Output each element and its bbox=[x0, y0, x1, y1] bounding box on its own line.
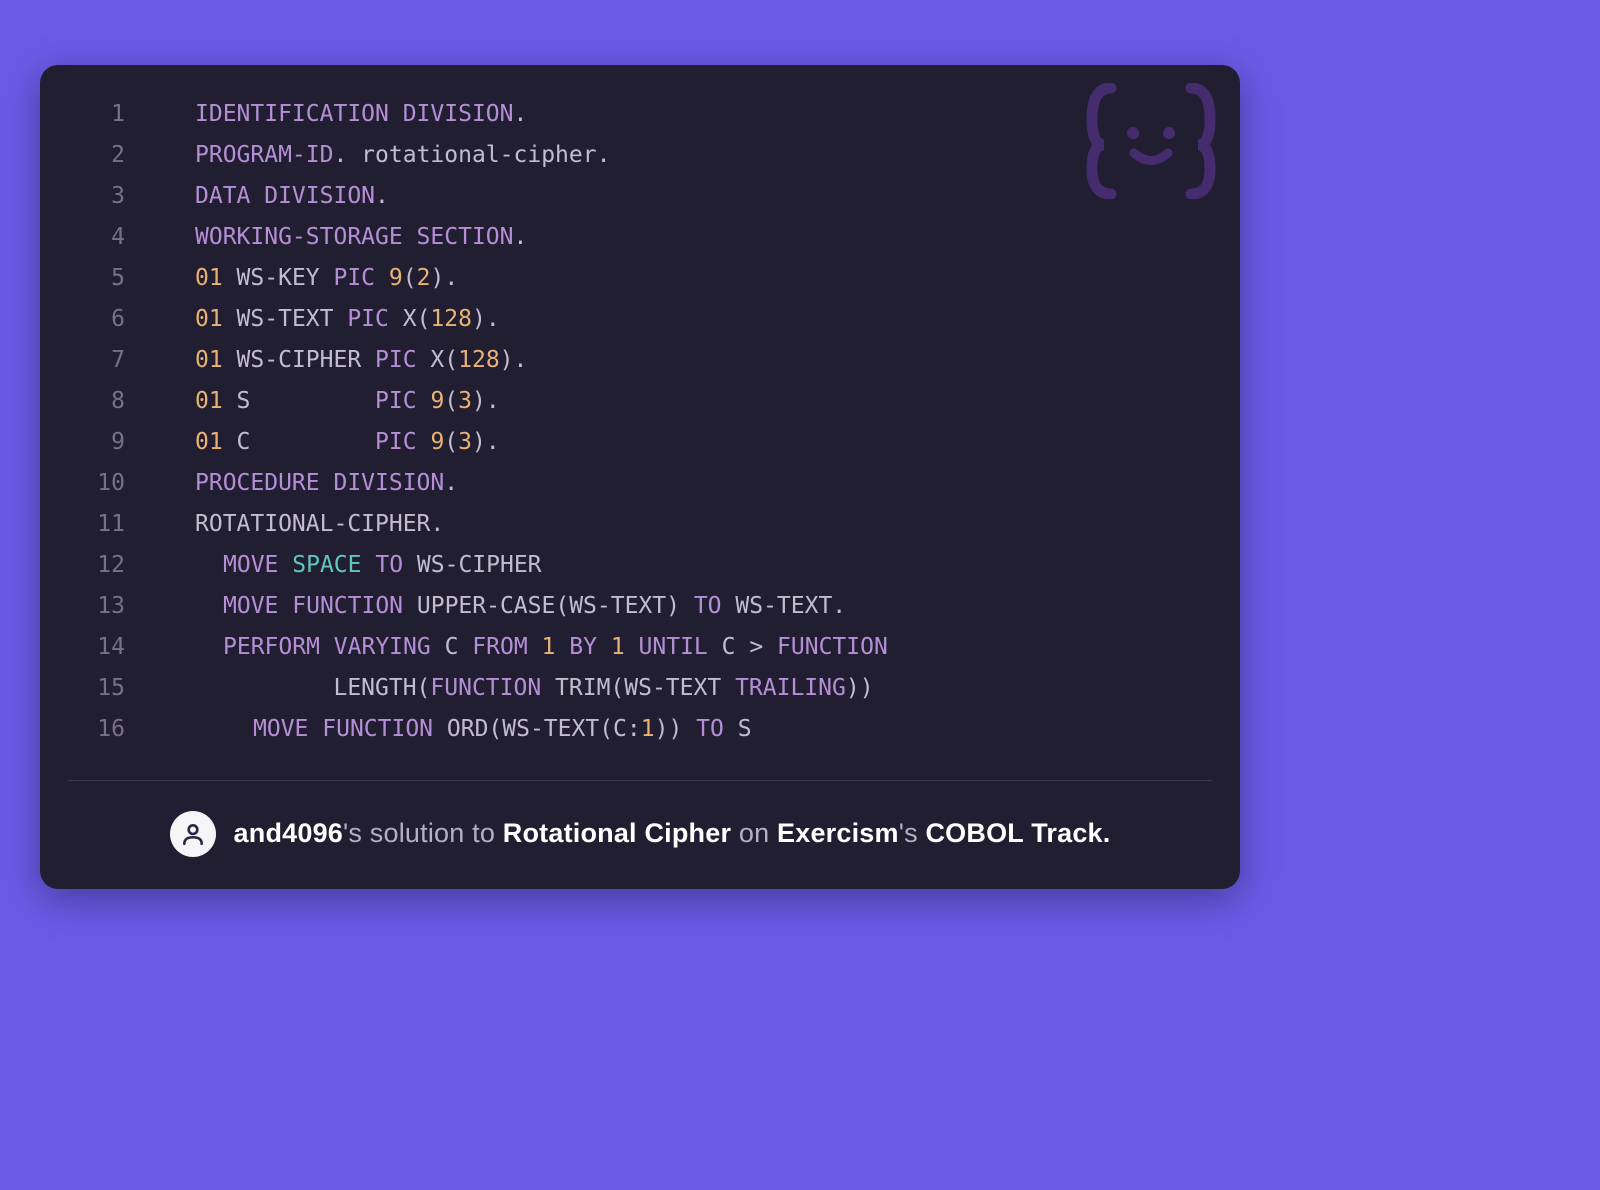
code-line: 4WORKING-STORAGE SECTION. bbox=[60, 217, 1220, 258]
divider bbox=[68, 780, 1212, 781]
line-number: 12 bbox=[60, 545, 125, 586]
line-number: 4 bbox=[60, 217, 125, 258]
code-line: 801 S PIC 9(3). bbox=[60, 381, 1220, 422]
line-number: 2 bbox=[60, 135, 125, 176]
footer-user: and4096 bbox=[234, 818, 343, 848]
code-line: 2PROGRAM-ID. rotational-cipher. bbox=[60, 135, 1220, 176]
code-line: 10PROCEDURE DIVISION. bbox=[60, 463, 1220, 504]
code-content: PROCEDURE DIVISION. bbox=[125, 463, 458, 504]
line-number: 8 bbox=[60, 381, 125, 422]
footer-platform: Exercism bbox=[777, 818, 899, 848]
code-content: MOVE SPACE TO WS-CIPHER bbox=[125, 545, 542, 586]
code-line: 13MOVE FUNCTION UPPER-CASE(WS-TEXT) TO W… bbox=[60, 586, 1220, 627]
line-number: 11 bbox=[60, 504, 125, 545]
code-content: IDENTIFICATION DIVISION. bbox=[125, 94, 527, 135]
code-content: WORKING-STORAGE SECTION. bbox=[125, 217, 527, 258]
user-avatar-icon bbox=[170, 811, 216, 857]
code-content: PROGRAM-ID. rotational-cipher. bbox=[125, 135, 610, 176]
line-number: 3 bbox=[60, 176, 125, 217]
line-number: 10 bbox=[60, 463, 125, 504]
footer-track: COBOL Track. bbox=[925, 818, 1110, 848]
line-number: 7 bbox=[60, 340, 125, 381]
code-line: 701 WS-CIPHER PIC X(128). bbox=[60, 340, 1220, 381]
code-content: 01 S PIC 9(3). bbox=[125, 381, 500, 422]
code-block: 1IDENTIFICATION DIVISION.2PROGRAM-ID. ro… bbox=[60, 89, 1220, 780]
code-line: 1IDENTIFICATION DIVISION. bbox=[60, 94, 1220, 135]
code-content: DATA DIVISION. bbox=[125, 176, 389, 217]
line-number: 1 bbox=[60, 94, 125, 135]
footer-text: and4096's solution to Rotational Cipher … bbox=[234, 818, 1111, 849]
code-line: 901 C PIC 9(3). bbox=[60, 422, 1220, 463]
code-line: 15 LENGTH(FUNCTION TRIM(WS-TEXT TRAILING… bbox=[60, 668, 1220, 709]
line-number: 16 bbox=[60, 709, 125, 750]
solution-card: 1IDENTIFICATION DIVISION.2PROGRAM-ID. ro… bbox=[40, 65, 1240, 889]
exercism-logo-icon bbox=[1086, 83, 1216, 204]
code-content: ROTATIONAL-CIPHER. bbox=[125, 504, 444, 545]
code-content: 01 WS-TEXT PIC X(128). bbox=[125, 299, 500, 340]
line-number: 5 bbox=[60, 258, 125, 299]
code-line: 501 WS-KEY PIC 9(2). bbox=[60, 258, 1220, 299]
line-number: 14 bbox=[60, 627, 125, 668]
code-content: 01 WS-KEY PIC 9(2). bbox=[125, 258, 458, 299]
code-content: MOVE FUNCTION ORD(WS-TEXT(C:1)) TO S bbox=[125, 709, 752, 750]
code-content: PERFORM VARYING C FROM 1 BY 1 UNTIL C > … bbox=[125, 627, 888, 668]
line-number: 15 bbox=[60, 668, 125, 709]
code-content: MOVE FUNCTION UPPER-CASE(WS-TEXT) TO WS-… bbox=[125, 586, 846, 627]
line-number: 6 bbox=[60, 299, 125, 340]
footer-exercise: Rotational Cipher bbox=[503, 818, 731, 848]
footer-attribution: and4096's solution to Rotational Cipher … bbox=[60, 811, 1220, 857]
code-line: 12MOVE SPACE TO WS-CIPHER bbox=[60, 545, 1220, 586]
line-number: 9 bbox=[60, 422, 125, 463]
code-content: LENGTH(FUNCTION TRIM(WS-TEXT TRAILING)) bbox=[125, 668, 874, 709]
line-number: 13 bbox=[60, 586, 125, 627]
code-line: 14PERFORM VARYING C FROM 1 BY 1 UNTIL C … bbox=[60, 627, 1220, 668]
code-content: 01 C PIC 9(3). bbox=[125, 422, 500, 463]
code-line: 16MOVE FUNCTION ORD(WS-TEXT(C:1)) TO S bbox=[60, 709, 1220, 750]
code-line: 601 WS-TEXT PIC X(128). bbox=[60, 299, 1220, 340]
code-line: 3DATA DIVISION. bbox=[60, 176, 1220, 217]
code-content: 01 WS-CIPHER PIC X(128). bbox=[125, 340, 527, 381]
code-line: 11ROTATIONAL-CIPHER. bbox=[60, 504, 1220, 545]
